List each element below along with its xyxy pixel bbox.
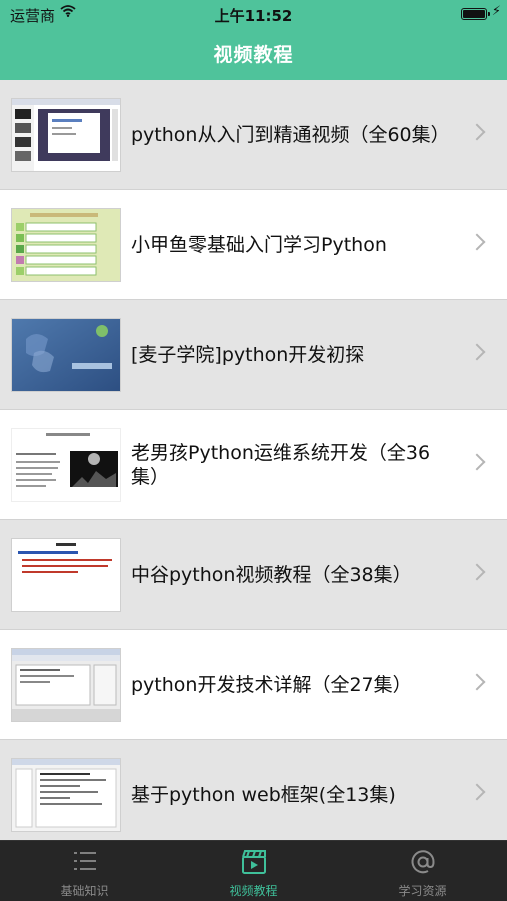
chevron-right-icon [468, 563, 486, 581]
list-item[interactable]: python开发技术详解（全27集） [0, 630, 507, 740]
chevron-right-icon [468, 123, 486, 141]
video-list: python从入门到精通视频（全60集） 小甲鱼零基础入门学习Python [麦… [0, 80, 507, 840]
tab-label: 视频教程 [229, 884, 278, 898]
chevron-right-icon [468, 453, 486, 471]
tab-label: 学习资源 [398, 884, 447, 898]
list-item[interactable]: 基于python web框架(全13集) [0, 740, 507, 840]
video-title: 老男孩Python运维系统开发（全36集） [131, 441, 431, 488]
list-item[interactable]: python从入门到精通视频（全60集） [0, 80, 507, 190]
video-thumbnail [11, 538, 121, 612]
status-time: 上午11:52 [214, 7, 293, 25]
list-item[interactable]: 小甲鱼零基础入门学习Python [0, 190, 507, 300]
tab-bar: 基础知识 视频教程 学习资源 [0, 840, 507, 901]
video-thumbnail [11, 208, 121, 282]
nav-bar: 视频教程 [0, 28, 507, 80]
video-title: 基于python web框架(全13集) [131, 783, 396, 806]
video-thumbnail [11, 98, 121, 172]
tab-videos[interactable]: 视频教程 [169, 841, 338, 901]
video-icon [169, 849, 338, 877]
video-title: python从入门到精通视频（全60集） [131, 123, 450, 146]
chevron-right-icon [468, 343, 486, 361]
video-thumbnail [11, 318, 121, 392]
tab-label: 基础知识 [60, 884, 109, 898]
page-title: 视频教程 [213, 44, 294, 66]
video-thumbnail [11, 758, 121, 832]
video-title: [麦子学院]python开发初探 [131, 343, 365, 366]
video-title: 中谷python视频教程（全38集） [131, 563, 412, 586]
chevron-right-icon [468, 783, 486, 801]
list-item[interactable]: 中谷python视频教程（全38集） [0, 520, 507, 630]
video-title: python开发技术详解（全27集） [131, 673, 412, 696]
tab-basics[interactable]: 基础知识 [0, 841, 169, 901]
list-icon [0, 849, 169, 877]
video-thumbnail [11, 648, 121, 722]
video-title: 小甲鱼零基础入门学习Python [131, 233, 387, 256]
tab-resources[interactable]: 学习资源 [338, 841, 507, 901]
list-item[interactable]: 老男孩Python运维系统开发（全36集） [0, 410, 507, 520]
video-thumbnail [11, 428, 121, 502]
battery-icon [461, 8, 490, 20]
list-item[interactable]: [麦子学院]python开发初探 [0, 300, 507, 410]
status-bar: 运营商 上午11:52 ⚡ [0, 0, 507, 28]
charging-icon: ⚡ [491, 4, 501, 19]
chevron-right-icon [468, 673, 486, 691]
chevron-right-icon [468, 233, 486, 251]
at-icon [338, 849, 507, 877]
